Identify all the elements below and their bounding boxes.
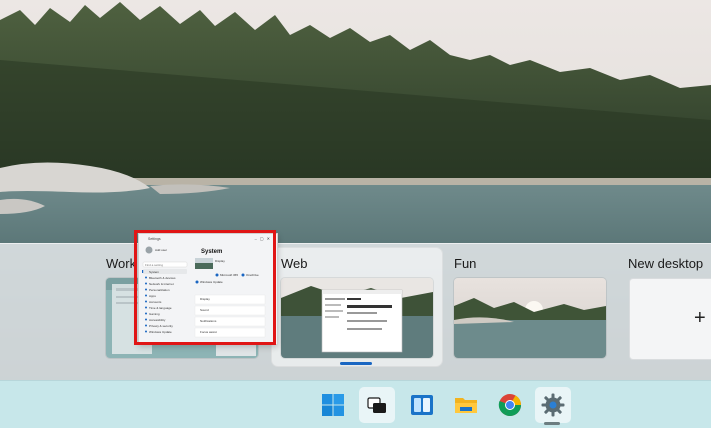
desktop-label-fun: Fun [454, 256, 477, 271]
windows-logo-icon [322, 394, 344, 416]
chrome-button[interactable] [492, 387, 528, 423]
task-view-button[interactable] [359, 387, 395, 423]
active-desktop-indicator [340, 362, 372, 365]
plus-icon: + [694, 307, 706, 329]
gear-icon [541, 393, 565, 417]
desktop-label-web: Web [281, 256, 308, 271]
chrome-icon [498, 394, 521, 416]
taskbar [0, 380, 711, 428]
widgets-button[interactable] [404, 387, 440, 423]
desktop-label-work: Work [106, 256, 137, 271]
desktop-label-new: New desktop [628, 256, 704, 271]
drag-highlight-box [134, 230, 276, 345]
desktop-thumbnail-web[interactable] [281, 278, 433, 358]
settings-running-indicator [544, 422, 560, 425]
start-button[interactable] [315, 387, 351, 423]
settings-button[interactable] [535, 387, 571, 423]
folder-icon [455, 398, 477, 413]
widgets-icon [411, 395, 433, 415]
task-view-icon [367, 397, 386, 413]
desktop-thumbnail-fun[interactable] [454, 278, 606, 358]
file-explorer-button[interactable] [448, 387, 484, 423]
